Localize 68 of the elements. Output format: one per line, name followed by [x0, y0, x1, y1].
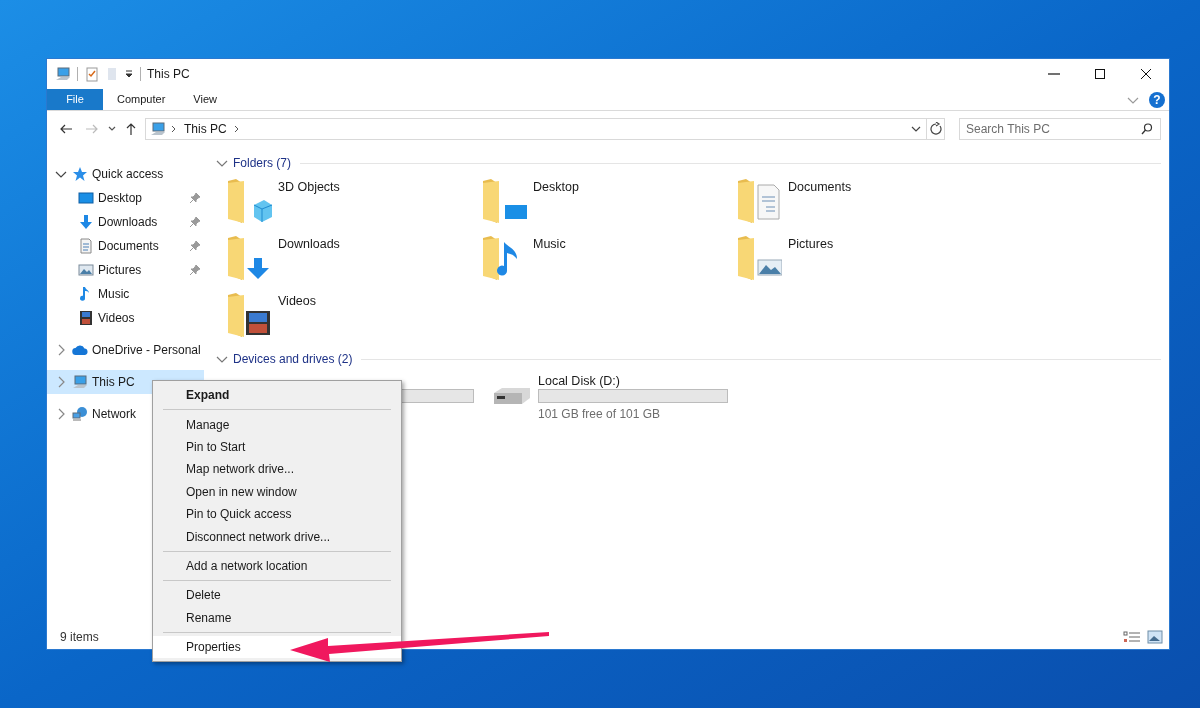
properties-checklist-icon[interactable] [84, 66, 100, 82]
nav-label: Documents [98, 238, 159, 255]
breadcrumb[interactable]: This PC [182, 120, 229, 138]
nav-label: Music [98, 286, 130, 303]
nav-label: This PC [92, 374, 135, 391]
folder-tile[interactable]: Videos [224, 289, 479, 346]
item-count: 9 items [60, 629, 99, 646]
minimize-icon [1048, 73, 1060, 75]
file-menu-button[interactable]: File [47, 89, 103, 110]
ribbon-tab[interactable]: Computer [103, 89, 180, 110]
folder-tile[interactable]: 3D Objects [224, 175, 479, 232]
nav-item[interactable]: Documents [47, 234, 204, 258]
menu-item[interactable]: Map network drive... [153, 458, 401, 481]
drive-label: Local Disk (D:) [538, 373, 621, 387]
document-icon [78, 238, 94, 254]
film-icon [78, 310, 94, 326]
folder-tile[interactable]: Downloads [224, 232, 479, 289]
computer-icon[interactable] [55, 66, 71, 82]
menu-item[interactable]: Manage [153, 413, 401, 436]
folder-tile[interactable]: Music [479, 232, 734, 289]
nav-item[interactable]: Music [47, 282, 204, 306]
large-icons-view-icon[interactable] [1147, 629, 1163, 645]
network-icon [72, 406, 88, 422]
close-icon [1138, 66, 1154, 82]
free-space-text: 101 GB free of 101 GB [538, 406, 662, 423]
nav-label: Desktop [98, 190, 143, 207]
group-header[interactable]: Devices and drives (2) [233, 350, 353, 368]
menu-item[interactable]: Rename [153, 606, 401, 629]
menu-item[interactable]: Open in new window [153, 480, 401, 503]
star-icon [72, 166, 88, 182]
maximize-icon [1092, 66, 1108, 82]
search-icon[interactable] [1140, 122, 1154, 136]
nav-label: Quick access [92, 166, 164, 183]
menu-item[interactable]: Disconnect network drive... [153, 525, 401, 548]
search-field[interactable]: Search This PC [959, 118, 1161, 140]
nav-label: Network [92, 406, 136, 423]
refresh-button[interactable] [926, 119, 944, 139]
nav-item[interactable]: Videos [47, 306, 204, 330]
folder-tile[interactable]: Desktop [479, 175, 734, 232]
nav-item[interactable]: Pictures [47, 258, 204, 282]
address-bar[interactable]: This PC [145, 118, 945, 140]
hard-drive-icon[interactable] [494, 388, 530, 404]
nav-label: Downloads [98, 214, 158, 231]
refresh-icon [928, 122, 943, 136]
folder-tile[interactable]: Documents [734, 175, 989, 232]
nav-item[interactable]: Quick access [47, 162, 204, 186]
picture-icon [78, 262, 94, 278]
nav-label: Pictures [98, 262, 142, 279]
nav-item[interactable]: Downloads [47, 210, 204, 234]
nav-label: OneDrive - Personal [92, 342, 201, 359]
download-arrow-icon [78, 214, 94, 230]
window-title: This PC [147, 66, 190, 83]
computer-icon [72, 374, 88, 390]
nav-item[interactable]: Desktop [47, 186, 204, 210]
details-view-icon[interactable] [1123, 629, 1141, 645]
computer-icon [150, 121, 166, 137]
help-button[interactable]: ? [1149, 91, 1165, 108]
folder-tile[interactable]: Pictures [734, 232, 989, 289]
ribbon-tab[interactable]: View [179, 89, 231, 110]
group-header[interactable]: Folders (7) [233, 154, 291, 172]
cloud-icon [72, 342, 88, 358]
menu-item[interactable]: Delete [153, 584, 401, 607]
nav-label: Videos [98, 310, 135, 327]
menu-item[interactable]: Pin to Quick access [153, 502, 401, 526]
monitor-icon [78, 190, 94, 206]
menu-item[interactable]: Add a network location [153, 554, 401, 578]
nav-item[interactable]: OneDrive - Personal [47, 338, 204, 362]
menu-item[interactable]: Pin to Start [153, 435, 401, 459]
